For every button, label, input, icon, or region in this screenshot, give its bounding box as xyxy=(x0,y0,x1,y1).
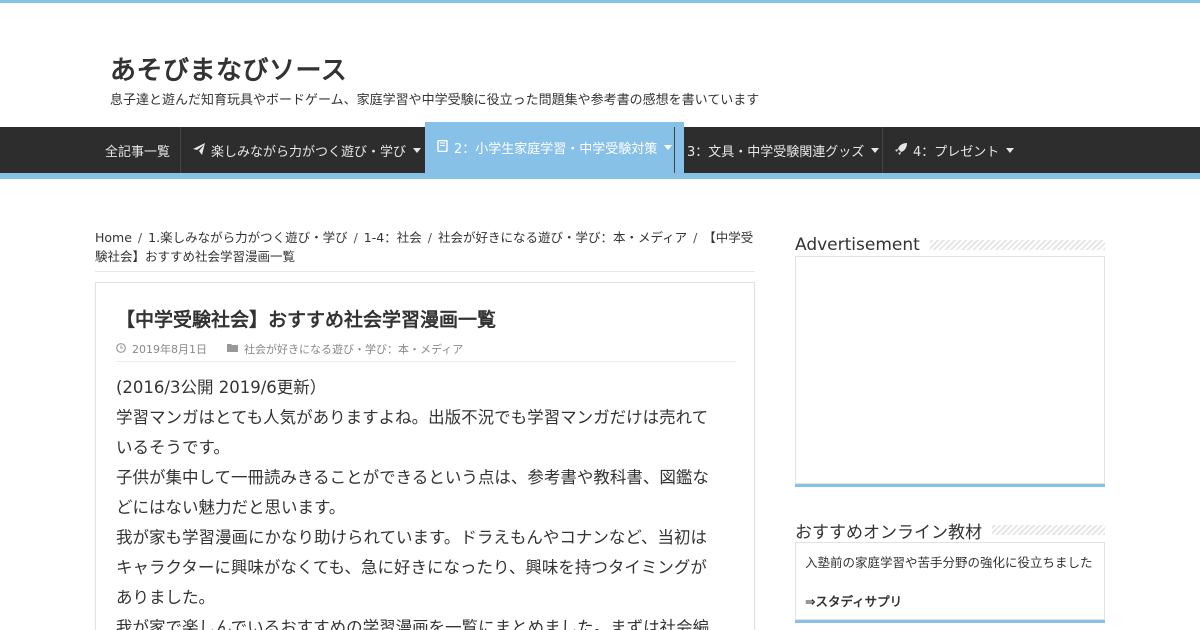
body-line: 子供が集中して一冊読みきることができるという点は、参考書や教科書、図鑑な xyxy=(116,468,709,487)
site-title[interactable]: あそびまなびソース xyxy=(110,50,347,87)
header-stripe xyxy=(929,240,1105,250)
rec-widget-header: おすすめオンライン教材 xyxy=(795,517,1105,543)
body-line: 我が家で楽しんでいるおすすめの学習漫画を一覧にまとめました。まずは社会編 xyxy=(116,618,710,630)
body-line: ありました。 xyxy=(116,588,215,607)
divider xyxy=(95,271,755,272)
nav-item-label: 4：プレゼント xyxy=(913,144,1000,160)
widget-accent-bar xyxy=(795,620,1105,623)
body-line: (2016/3公開 2019/6更新） xyxy=(116,378,327,397)
folder-icon xyxy=(227,343,238,355)
nav-item-label: 全記事一覧 xyxy=(105,144,171,160)
post-title: 【中学受験社会】おすすめ社会学習漫画一覧 xyxy=(116,309,497,331)
body-line: いるそうです。 xyxy=(116,438,230,457)
top-accent-bar xyxy=(0,0,1200,3)
book-icon xyxy=(437,139,448,155)
post-date: 2019年8月1日 xyxy=(132,343,207,356)
breadcrumb-item[interactable]: 1-4：社会 xyxy=(364,230,422,245)
post-body: (2016/3公開 2019/6更新） 学習マンガはとても人気がありますよね。出… xyxy=(116,373,736,630)
ad-box xyxy=(795,256,1105,484)
post-category[interactable]: 社会が好きになる遊び・学び：本・メディア xyxy=(244,341,463,357)
nav-item-label: 2：小学生家庭学習・中学受験対策 xyxy=(454,142,658,157)
chevron-down-icon xyxy=(413,147,422,153)
main-nav: 全記事一覧 楽しみながら力がつく遊び・学び 2：小学生家庭学習・中学受験対策 3… xyxy=(0,122,1200,173)
nav-item-all-posts[interactable]: 全記事一覧 xyxy=(93,127,182,173)
nav-item-present[interactable]: 4：プレゼント xyxy=(882,127,1026,173)
site-description: 息子達と遊んだ知育玩具やボードゲーム、家庭学習や中学受験に役立った問題集や参考書… xyxy=(110,93,760,108)
ad-widget-header: Advertisement xyxy=(795,234,1105,256)
ad-widget-title: Advertisement xyxy=(795,235,930,255)
post-meta: 2019年8月1日 社会が好きになる遊び・学び：本・メディア xyxy=(116,341,463,357)
breadcrumb-item[interactable]: 社会が好きになる遊び・学び：本・メディア xyxy=(438,230,687,245)
header-stripe xyxy=(992,525,1105,535)
breadcrumb: Home/1.楽しみながら力がつく遊び・学び/1-4：社会 / 社会が好きになる遊び… xyxy=(95,230,754,264)
rocket-icon xyxy=(895,142,907,158)
body-line: 我が家も学習漫画にかなり助けられています。ドラえもんやコナンなど、当初は xyxy=(116,528,708,547)
nav-underline xyxy=(0,173,1200,179)
widget-accent-bar xyxy=(795,484,1105,487)
rec-widget-title: おすすめオンライン教材 xyxy=(795,517,992,543)
nav-item-label: 3：文具・中学受験関連グッズ xyxy=(687,144,865,160)
rec-text: 入塾前の家庭学習や苦手分野の強化に役立ちました xyxy=(805,555,1093,570)
chevron-down-icon xyxy=(1006,147,1015,153)
chevron-down-icon xyxy=(871,147,880,153)
breadcrumb-item[interactable]: 1.楽しみながら力がつく遊び・学び xyxy=(148,230,347,245)
clock-icon xyxy=(116,342,126,356)
rec-link[interactable]: ⇒スタディサプリ xyxy=(805,591,902,610)
body-line: 学習マンガはとても人気がありますよね。出版不況でも学習マンガだけは売れて xyxy=(116,408,709,427)
article-card: 【中学受験社会】おすすめ社会学習漫画一覧 2019年8月1日 社会が好きになる遊… xyxy=(95,282,755,630)
divider xyxy=(116,361,736,362)
nav-item-play-learn[interactable]: 楽しみながら力がつく遊び・学び xyxy=(180,127,433,173)
body-line: どにはない魅力だと思います。 xyxy=(116,498,346,517)
paper-plane-icon xyxy=(193,142,205,158)
chevron-down-icon xyxy=(664,145,673,150)
body-line: キャラクターに興味がなくても、急に好きになったり、興味を持つタイミングが xyxy=(116,558,707,577)
breadcrumb-home[interactable]: Home xyxy=(95,230,132,245)
nav-item-home-study[interactable]: 2：小学生家庭学習・中学受験対策 xyxy=(425,122,685,173)
nav-item-stationery[interactable]: 3：文具・中学受験関連グッズ xyxy=(674,127,891,173)
nav-item-label: 楽しみながら力がつく遊び・学び xyxy=(211,144,407,160)
